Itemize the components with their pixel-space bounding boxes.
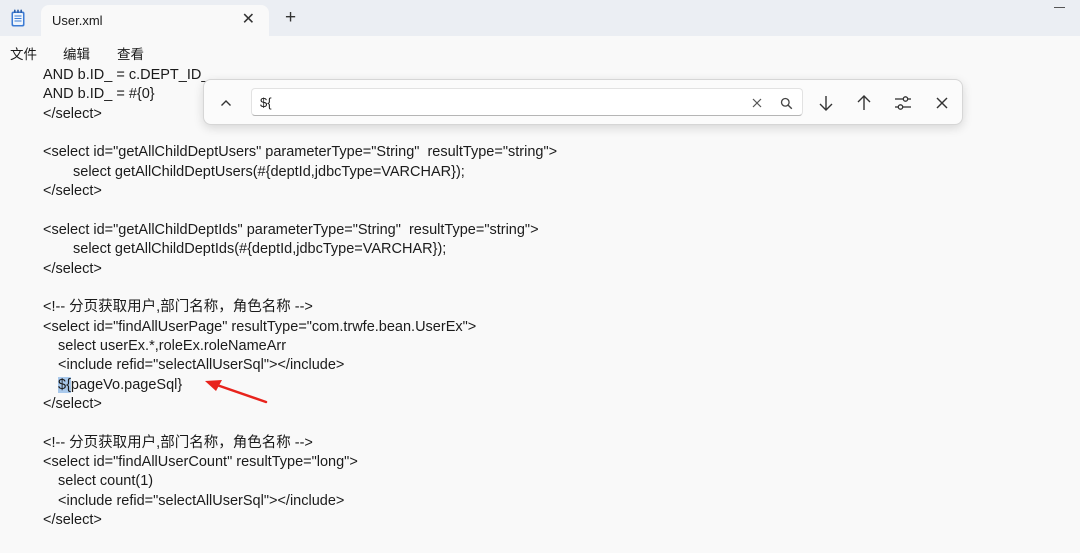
menu-bar: 文件 编辑 查看 bbox=[0, 36, 1080, 66]
annotation-arrow bbox=[205, 380, 268, 404]
code-line: <select id="findAllUserCount" resultType… bbox=[43, 454, 358, 470]
code-line: select userEx.*,roleEx.roleNameArr bbox=[58, 337, 287, 354]
notepad-icon bbox=[10, 9, 26, 27]
code-line: </select> bbox=[43, 260, 102, 277]
code-line: </select> bbox=[43, 183, 102, 200]
menu-file[interactable]: 文件 bbox=[10, 43, 37, 63]
find-input-box[interactable] bbox=[251, 88, 803, 116]
code-line: <include refid="selectAllUserSql"></incl… bbox=[58, 492, 345, 509]
tab-title: User.xml bbox=[52, 13, 103, 28]
code-line-rest: pageVo.pageSql} bbox=[70, 376, 183, 393]
search-match-highlight: ${ bbox=[58, 376, 71, 393]
new-tab-button[interactable]: + bbox=[285, 8, 296, 28]
find-input[interactable] bbox=[260, 93, 730, 111]
arrow-up-icon[interactable] bbox=[850, 89, 878, 117]
chevron-up-icon[interactable] bbox=[212, 89, 240, 117]
title-bar: User.xml ✕ + bbox=[0, 0, 1080, 37]
arrow-down-icon[interactable] bbox=[812, 89, 840, 117]
code-line: <select id="findAllUserPage" resultType=… bbox=[43, 318, 477, 335]
close-icon[interactable] bbox=[928, 89, 956, 117]
code-line: <!-- 分页获取用户,部门名称，角色名称 --> bbox=[43, 434, 313, 451]
code-line: ${pageVo.pageSql} bbox=[58, 376, 182, 395]
menu-view[interactable]: 查看 bbox=[117, 43, 144, 63]
code-line: <select id="getAllChildDeptUsers" parame… bbox=[43, 144, 558, 161]
find-bar bbox=[203, 79, 963, 125]
clear-x-icon[interactable] bbox=[748, 94, 766, 112]
code-line: <select id="getAllChildDeptIds" paramete… bbox=[43, 221, 539, 238]
search-icon[interactable] bbox=[777, 94, 795, 112]
code-line: select count(1) bbox=[58, 473, 154, 490]
code-line: AND b.ID_ = c.DEPT_ID_ bbox=[43, 67, 210, 83]
minimize-icon[interactable] bbox=[1054, 7, 1065, 8]
code-line: </select> bbox=[43, 512, 102, 529]
code-line: select getAllChildDeptUsers(#{deptId,jdb… bbox=[73, 163, 465, 180]
code-line: select getAllChildDeptIds(#{deptId,jdbcT… bbox=[73, 241, 447, 258]
text-editor[interactable]: AND b.ID_ = c.DEPT_ID_ AND b.ID_ = #{0} </… bbox=[0, 66, 1080, 553]
code-line: </select> bbox=[43, 395, 102, 412]
sliders-icon[interactable] bbox=[889, 89, 917, 117]
code-line: AND b.ID_ = #{0} bbox=[43, 86, 155, 103]
tab-user-xml[interactable]: User.xml ✕ bbox=[41, 5, 269, 37]
code-line: </select> bbox=[43, 105, 102, 122]
menu-edit[interactable]: 编辑 bbox=[63, 43, 90, 63]
code-line: <!-- 分页获取用户,部门名称，角色名称 --> bbox=[43, 299, 313, 316]
tab-close-icon[interactable]: ✕ bbox=[242, 11, 255, 29]
